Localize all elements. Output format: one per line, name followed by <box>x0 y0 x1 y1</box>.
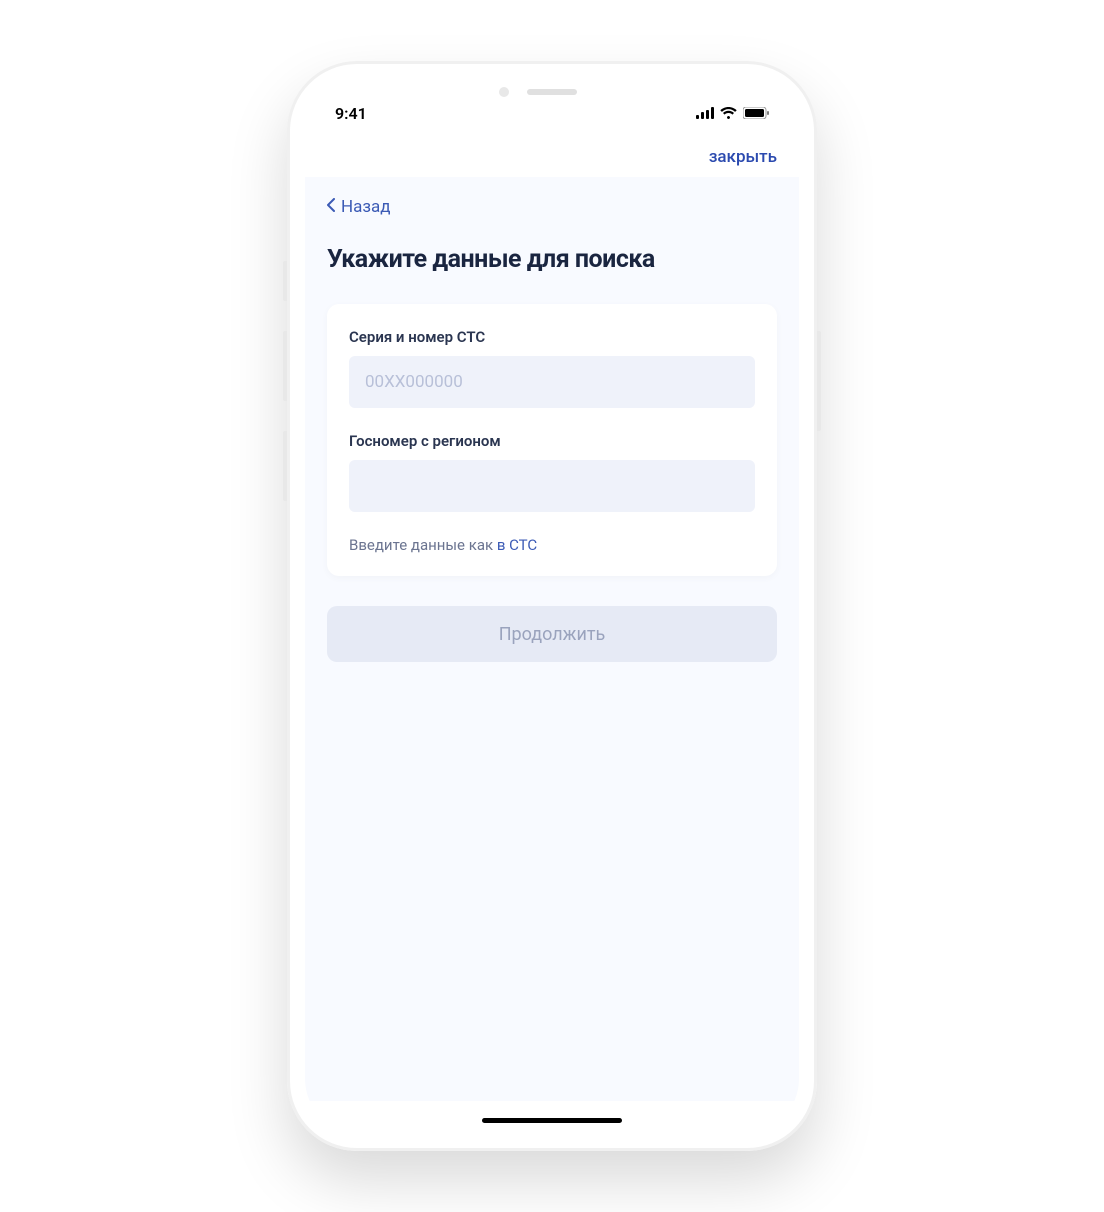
home-indicator <box>482 1118 622 1123</box>
back-label: Назад <box>341 197 391 217</box>
close-button[interactable]: закрыть <box>709 147 777 167</box>
notch <box>467 79 637 109</box>
hint-text: Введите данные как <box>349 536 497 554</box>
side-buttons-left <box>283 261 287 531</box>
status-time: 9:41 <box>335 104 367 123</box>
wifi-icon <box>720 107 737 119</box>
app-bar: закрыть <box>305 129 799 177</box>
phone-frame: 9:41 <box>287 61 817 1151</box>
sts-label: Серия и номер СТС <box>349 328 755 346</box>
back-button[interactable]: Назад <box>327 197 777 217</box>
status-icons <box>696 107 769 119</box>
form-card: Серия и номер СТС Госномер с регионом Вв… <box>327 304 777 576</box>
sts-field-group: Серия и номер СТС <box>349 328 755 408</box>
signal-icon <box>696 107 714 119</box>
hint-link[interactable]: в СТС <box>497 536 537 554</box>
battery-icon <box>743 107 769 119</box>
chevron-left-icon <box>327 197 335 217</box>
plate-label: Госномер с регионом <box>349 432 755 450</box>
continue-button[interactable]: Продолжить <box>327 606 777 662</box>
page-title: Укажите данные для поиска <box>327 245 777 274</box>
plate-input[interactable] <box>349 460 755 512</box>
hint-row: Введите данные как в СТС <box>349 536 755 554</box>
content-area: Назад Укажите данные для поиска Серия и … <box>305 177 799 1101</box>
sts-input[interactable] <box>349 356 755 408</box>
phone-screen: 9:41 <box>305 79 799 1133</box>
plate-field-group: Госномер с регионом <box>349 432 755 512</box>
side-buttons-right <box>817 331 821 431</box>
